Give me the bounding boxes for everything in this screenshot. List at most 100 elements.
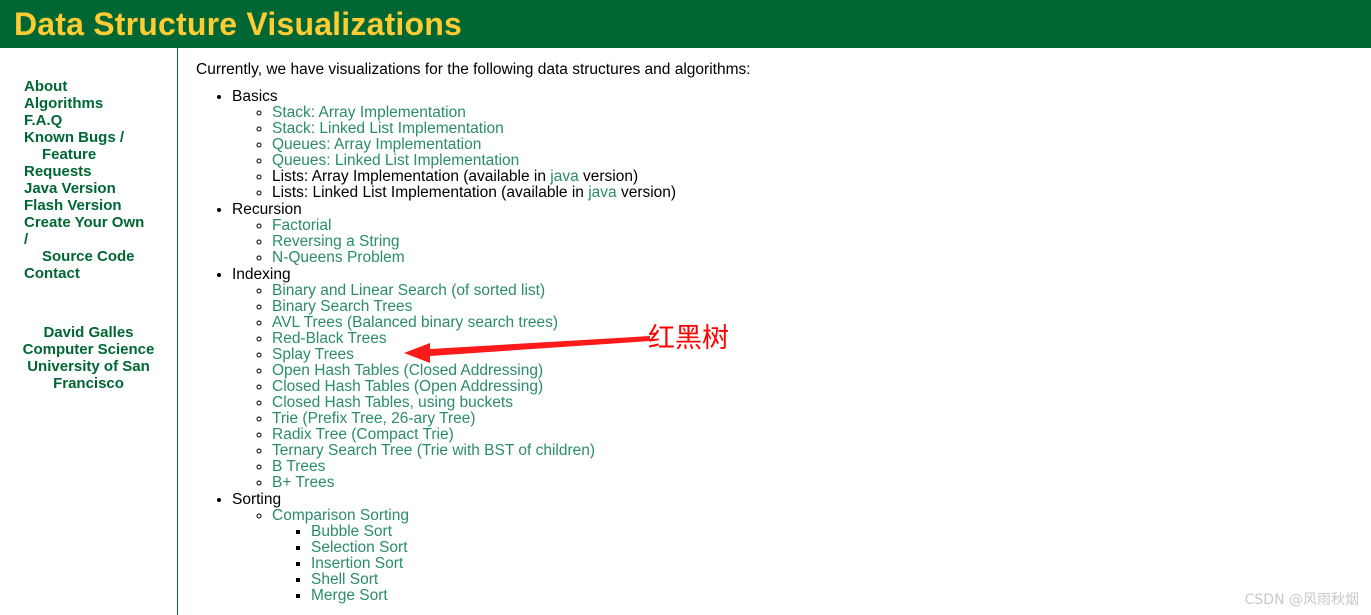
list-item[interactable]: Insertion Sort [311,556,1371,572]
link-binary-search-trees[interactable]: Binary Search Trees [272,298,412,315]
sidebar-item-contact[interactable]: Contact [24,265,173,282]
page-title: Data Structure Visualizations [14,6,463,42]
link-b-trees[interactable]: B Trees [272,458,325,475]
sidebar: About Algorithms F.A.Q Known Bugs / Feat… [0,48,178,615]
sidebar-nav: About Algorithms F.A.Q Known Bugs / Feat… [0,78,177,282]
section-comparison-sorting-items: Bubble Sort Selection Sort Insertion Sor… [272,524,1371,604]
list-item[interactable]: Queues: Array Implementation [272,137,1371,153]
sidebar-item-about[interactable]: About [24,78,173,95]
link-queues-array[interactable]: Queues: Array Implementation [272,136,481,153]
sidebar-footer: David Galles Computer Science University… [0,324,177,392]
sidebar-item-faq[interactable]: F.A.Q [24,112,173,129]
link-java-version-lists-linked[interactable]: java [588,184,616,201]
link-closed-hash-tables-buckets[interactable]: Closed Hash Tables, using buckets [272,394,513,411]
list-item[interactable]: Reversing a String [272,234,1371,250]
link-reversing-a-string[interactable]: Reversing a String [272,233,400,250]
sidebar-item-label: Known Bugs / [24,129,124,146]
list-item[interactable]: Merge Sort [311,588,1371,604]
sidebar-item-label: Algorithms [24,95,104,112]
sidebar-item-label: Create Your Own [24,214,145,231]
list-item[interactable]: Queues: Linked List Implementation [272,153,1371,169]
link-binary-linear-search[interactable]: Binary and Linear Search (of sorted list… [272,282,545,299]
link-insertion-sort[interactable]: Insertion Sort [311,555,403,572]
list-item-text: Lists: Linked List Implementation (avail… [272,184,589,201]
watermark: CSDN @风雨秋烟 [1244,592,1359,608]
sidebar-item-known-bugs[interactable]: Known Bugs / Feature Requests [24,129,173,180]
page-body: About Algorithms F.A.Q Known Bugs / Feat… [0,48,1371,615]
sidebar-item-label: Contact [24,265,80,282]
link-comparison-sorting[interactable]: Comparison Sorting [272,507,409,524]
list-item[interactable]: Binary Search Trees [272,299,1371,315]
link-bubble-sort[interactable]: Bubble Sort [311,523,392,540]
sidebar-item-label-line2: / [24,231,29,248]
list-item[interactable]: N-Queens Problem [272,250,1371,266]
link-shell-sort[interactable]: Shell Sort [311,571,378,588]
list-item[interactable]: Trie (Prefix Tree, 26-ary Tree) [272,411,1371,427]
list-item[interactable]: Radix Tree (Compact Trie) [272,427,1371,443]
list-item-text-after: version) [616,184,677,201]
list-item-text-after: version) [578,168,639,185]
section-title: Basics [232,88,278,105]
section-sorting-items: Comparison Sorting Bubble Sort Selection… [232,508,1371,604]
list-item[interactable]: Splay Trees [272,347,1371,363]
link-trie[interactable]: Trie (Prefix Tree, 26-ary Tree) [272,410,476,427]
list-item[interactable]: B Trees [272,459,1371,475]
link-open-hash-tables[interactable]: Open Hash Tables (Closed Addressing) [272,362,543,379]
intro-text: Currently, we have visualizations for th… [196,61,751,78]
list-item[interactable]: AVL Trees (Balanced binary search trees) [272,315,1371,331]
link-merge-sort[interactable]: Merge Sort [311,587,388,604]
list-item[interactable]: Ternary Search Tree (Trie with BST of ch… [272,443,1371,459]
list-item[interactable]: Comparison Sorting Bubble Sort Selection… [272,508,1371,604]
sidebar-footer-author: David Galles [43,324,134,341]
link-stack-linked-list[interactable]: Stack: Linked List Implementation [272,120,504,137]
sidebar-footer-university-line1: University of San [27,358,150,375]
link-radix-tree[interactable]: Radix Tree (Compact Trie) [272,426,454,443]
sidebar-item-algorithms[interactable]: Algorithms [24,95,173,112]
list-item[interactable]: Closed Hash Tables (Open Addressing) [272,379,1371,395]
list-item[interactable]: Bubble Sort [311,524,1371,540]
section-recursion: Recursion Factorial Reversing a String N… [232,201,1371,266]
list-item: Lists: Linked List Implementation (avail… [272,185,1371,201]
link-closed-hash-tables[interactable]: Closed Hash Tables (Open Addressing) [272,378,543,395]
sidebar-item-label: F.A.Q [24,112,63,129]
list-item[interactable]: Factorial [272,218,1371,234]
sidebar-item-flash-version[interactable]: Flash Version [24,197,173,214]
list-item[interactable]: Stack: Linked List Implementation [272,121,1371,137]
link-red-black-trees[interactable]: Red-Black Trees [272,330,387,347]
list-item[interactable]: Closed Hash Tables, using buckets [272,395,1371,411]
sidebar-item-label-line3: Source Code [42,248,135,265]
sidebar-footer-department: Computer Science [22,341,155,358]
sidebar-item-label: Java Version [24,180,116,197]
link-ternary-search-tree[interactable]: Ternary Search Tree (Trie with BST of ch… [272,442,595,459]
list-item[interactable]: Red-Black Trees [272,331,1371,347]
list-item[interactable]: Shell Sort [311,572,1371,588]
sidebar-footer-university-line2: Francisco [53,375,124,392]
list-item[interactable]: B+ Trees [272,475,1371,491]
sidebar-item-label-line3: Requests [24,163,92,180]
sidebar-item-label-line2: Feature [42,146,97,163]
list-item[interactable]: Open Hash Tables (Closed Addressing) [272,363,1371,379]
section-indexing-items: Binary and Linear Search (of sorted list… [232,283,1371,491]
section-basics-items: Stack: Array Implementation Stack: Linke… [232,105,1371,201]
link-queues-linked-list[interactable]: Queues: Linked List Implementation [272,152,519,169]
section-basics: Basics Stack: Array Implementation Stack… [232,88,1371,201]
section-recursion-items: Factorial Reversing a String N-Queens Pr… [232,218,1371,266]
section-sorting: Sorting Comparison Sorting Bubble Sort S… [232,491,1371,604]
link-factorial[interactable]: Factorial [272,217,331,234]
list-item[interactable]: Selection Sort [311,540,1371,556]
list-item: Lists: Array Implementation (available i… [272,169,1371,185]
link-splay-trees[interactable]: Splay Trees [272,346,354,363]
list-item[interactable]: Stack: Array Implementation [272,105,1371,121]
section-title: Recursion [232,201,302,218]
link-n-queens-problem[interactable]: N-Queens Problem [272,249,405,266]
link-selection-sort[interactable]: Selection Sort [311,539,408,556]
sidebar-item-java-version[interactable]: Java Version [24,180,173,197]
link-stack-array[interactable]: Stack: Array Implementation [272,104,466,121]
list-item[interactable]: Binary and Linear Search (of sorted list… [272,283,1371,299]
visualization-list: Basics Stack: Array Implementation Stack… [196,88,1371,604]
link-b-plus-trees[interactable]: B+ Trees [272,474,334,491]
link-avl-trees[interactable]: AVL Trees (Balanced binary search trees) [272,314,558,331]
link-java-version-lists-array[interactable]: java [550,168,578,185]
sidebar-item-create-your-own[interactable]: Create Your Own / Source Code [24,214,173,265]
sidebar-item-label: Flash Version [24,197,122,214]
